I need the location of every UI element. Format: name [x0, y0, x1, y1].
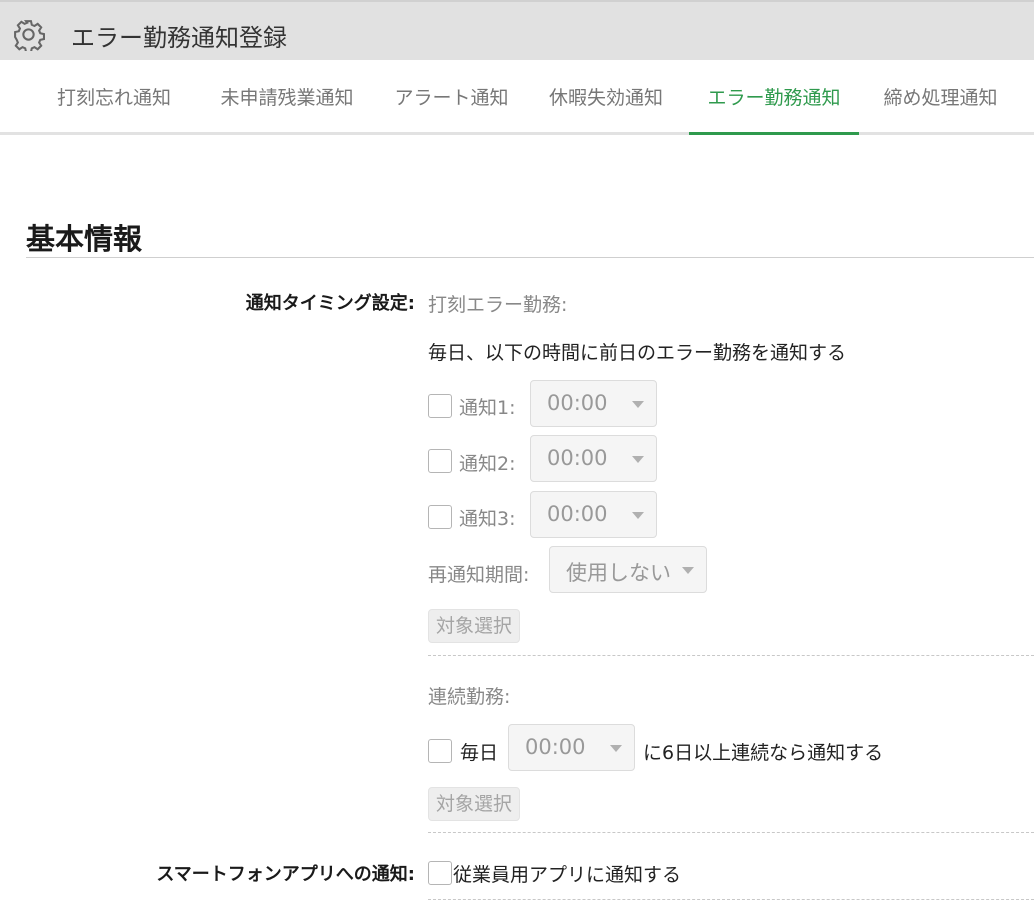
timing-label: 通知タイミング設定:: [245, 293, 415, 314]
smartphone-app-option: 従業員用アプリに通知する: [453, 864, 682, 886]
notification-3-time-value: 00:00: [547, 502, 608, 526]
chevron-down-icon: [632, 512, 644, 519]
tab-punch-forgotten[interactable]: 打刻忘れ通知: [34, 60, 194, 132]
tab-leave-expiry[interactable]: 休暇失効通知: [523, 60, 689, 132]
renotify-period-select[interactable]: 使用しない: [549, 546, 707, 593]
tab-unapplied-overtime[interactable]: 未申請残業通知: [194, 60, 380, 132]
notification-2-time-select[interactable]: 00:00: [530, 435, 657, 482]
consecutive-target-select-button[interactable]: 対象選択: [428, 787, 521, 821]
chevron-down-icon: [682, 567, 694, 574]
chevron-down-icon: [632, 456, 644, 463]
tab-alert[interactable]: アラート通知: [380, 60, 523, 132]
section-divider: [26, 257, 1034, 258]
consecutive-time-value: 00:00: [525, 735, 586, 759]
notification-3-label: 通知3:: [459, 508, 516, 530]
notification-1-checkbox[interactable]: [428, 394, 452, 418]
tab-closing-process[interactable]: 締め処理通知: [859, 60, 1022, 132]
divider: [428, 655, 1034, 656]
timing-description: 毎日、以下の時間に前日のエラー勤務を通知する: [428, 342, 847, 364]
page-header: エラー勤務通知登録: [0, 0, 1034, 60]
error-heading: 打刻エラー勤務:: [428, 294, 568, 316]
target-select-button[interactable]: 対象選択: [428, 609, 521, 643]
consecutive-time-select[interactable]: 00:00: [508, 724, 635, 771]
page-title: エラー勤務通知登録: [71, 24, 287, 52]
notification-2-time-value: 00:00: [547, 446, 608, 470]
notification-3-checkbox[interactable]: [428, 505, 452, 529]
tab-bar: 打刻忘れ通知 未申請残業通知 アラート通知 休暇失効通知 エラー勤務通知 締め処…: [0, 60, 1034, 135]
consecutive-daily-label: 毎日: [460, 742, 499, 764]
tab-error-work[interactable]: エラー勤務通知: [689, 60, 859, 135]
consecutive-checkbox[interactable]: [428, 739, 452, 763]
consecutive-heading: 連続勤務:: [428, 686, 511, 708]
notification-1-label: 通知1:: [459, 397, 516, 419]
renotify-label: 再通知期間:: [428, 564, 530, 586]
notification-2-checkbox[interactable]: [428, 449, 452, 473]
notification-3-time-select[interactable]: 00:00: [530, 491, 657, 538]
chevron-down-icon: [632, 401, 644, 408]
notification-1-time-value: 00:00: [547, 391, 608, 415]
notification-2-label: 通知2:: [459, 453, 516, 475]
section-title: 基本情報: [26, 222, 143, 256]
chevron-down-icon: [610, 745, 622, 752]
renotify-period-value: 使用しない: [566, 561, 671, 585]
smartphone-label: スマートフォンアプリへの通知:: [156, 864, 415, 885]
gear-icon[interactable]: [12, 18, 45, 51]
divider: [428, 832, 1034, 833]
smartphone-app-checkbox[interactable]: [428, 861, 452, 885]
notification-1-time-select[interactable]: 00:00: [530, 380, 657, 427]
divider: [428, 899, 1034, 900]
consecutive-suffix: に6日以上連続なら通知する: [643, 742, 884, 764]
